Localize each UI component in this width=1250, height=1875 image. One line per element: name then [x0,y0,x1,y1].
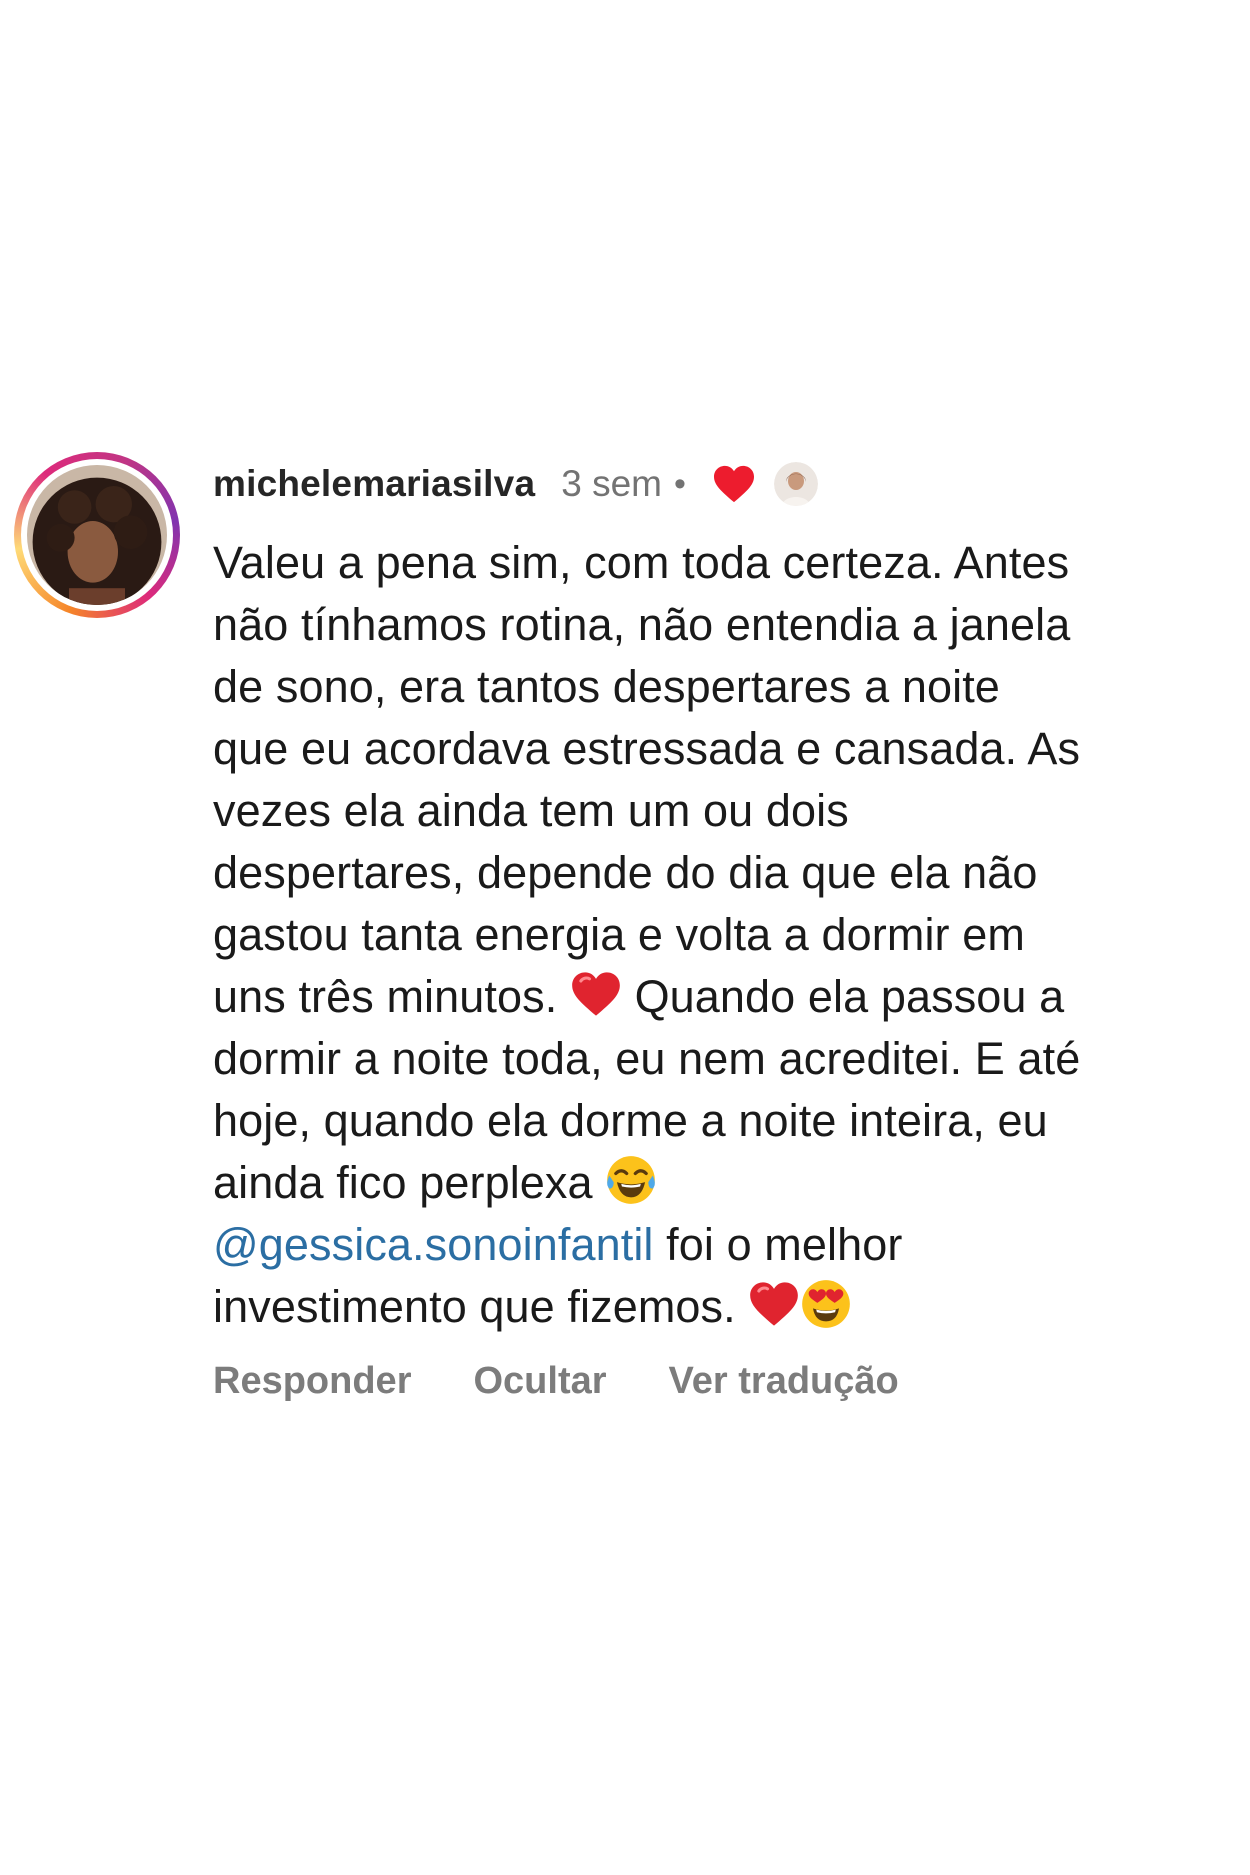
comment-time: 3 sem [561,463,662,504]
comment-line-part: ainda fico perplexa [213,1157,593,1208]
comment-line: @gessica.sonoinfantil foi o melhor [213,1214,1223,1276]
comment-line-part: foi o melhor [653,1219,903,1270]
comment-line: uns três minutos. Quando ela passou a [213,966,1223,1028]
separator-dot: • [673,464,686,503]
comment-line: Valeu a pena sim, com toda certeza. Ante… [213,537,1070,588]
comment-line-part: uns três minutos. [213,971,558,1022]
username[interactable]: michelemariasilva [213,463,535,505]
user-avatar[interactable] [14,452,180,618]
creator-avatar-icon [773,462,818,506]
reply-button[interactable]: Responder [213,1360,411,1403]
comment-line: hoje, quando ela dorme a noite inteira, … [213,1095,1048,1146]
comment-header: michelemariasilva 3 sem • [213,452,1223,516]
comment-line: dormir a noite toda, eu nem acreditei. E… [213,1033,1081,1084]
user-avatar-photo [27,465,167,605]
comment-line: de sono, era tantos despertares a noite [213,661,1000,712]
heart-icon[interactable] [712,464,756,504]
comment-line-part: investimento que fizemos. [213,1281,736,1332]
red-heart-emoji [748,1278,800,1330]
comment-body: michelemariasilva 3 sem • Valeu a pena s… [213,452,1223,1403]
see-translation-button[interactable]: Ver tradução [669,1360,899,1403]
comment-line-part: Quando ela passou a [634,971,1065,1022]
comment-line: ainda fico perplexa [213,1152,1223,1214]
comment-line: que eu acordava estressada e cansada. As [213,723,1081,774]
comment-text: Valeu a pena sim, com toda certeza. Ante… [213,532,1223,1338]
comment-line: gastou tanta energia e volta a dormir em [213,909,1025,960]
hide-button[interactable]: Ocultar [473,1360,606,1403]
comment-line: não tínhamos rotina, não entendia a jane… [213,599,1071,650]
red-heart-emoji [570,968,622,1020]
tears-of-joy-emoji [605,1154,657,1206]
comment-actions: Responder Ocultar Ver tradução [213,1360,1223,1403]
mention-link[interactable]: @gessica.sonoinfantil [213,1219,654,1270]
comment-line: investimento que fizemos. [213,1276,1223,1338]
comment-line: despertares, depende do dia que ela não [213,847,1038,898]
heart-eyes-emoji [800,1278,852,1330]
comment-line: vezes ela ainda tem um ou dois [213,785,849,836]
